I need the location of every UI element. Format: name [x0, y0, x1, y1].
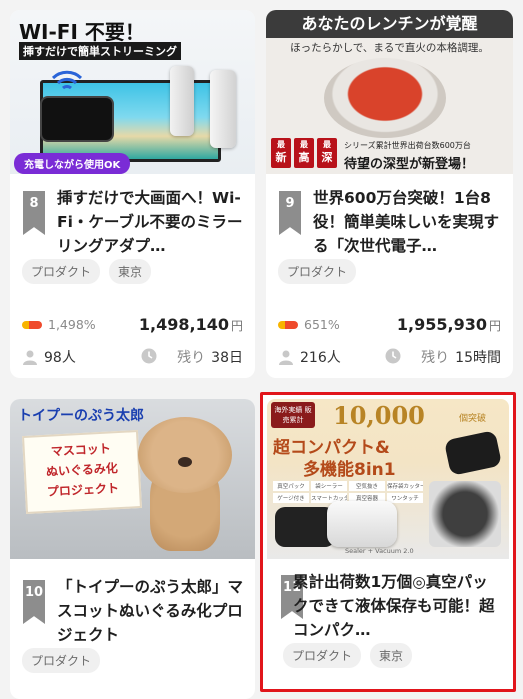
tag-list: プロダクト 東京 [283, 643, 413, 668]
image-subline: 挿すだけで簡単ストリーミング [19, 42, 181, 60]
clock-icon [141, 348, 157, 364]
tag-category[interactable]: プロダクト [22, 648, 101, 673]
pot-graphic [324, 58, 446, 138]
time-remaining: 残り 38日 [177, 350, 243, 366]
image-headline: あなたのレンチンが覚醒 [266, 10, 513, 38]
funded-amount: 1,955,930 円 [396, 315, 501, 334]
feature-chip: 空気抜き [349, 481, 385, 491]
image-unit: 個突破 [459, 414, 487, 424]
image-subline: ほったらかしで、まるで直火の本格調理。 [290, 42, 489, 54]
rank-badge: 9 [279, 191, 301, 235]
rank-badge: 10 [23, 580, 45, 624]
sealer-device-graphic [275, 507, 335, 547]
sign-line: マスコット [50, 441, 112, 459]
vacuum-bag-graphic [429, 481, 501, 547]
image-headline-2: 多機能8in1 [303, 460, 396, 480]
project-card-9[interactable]: あなたのレンチンが覚醒 ほったらかしで、まるで直火の本格調理。 最新 最高 最深… [266, 10, 513, 378]
tag-category[interactable]: プロダクト [278, 259, 357, 284]
sign-line: プロジェクト [46, 481, 120, 499]
progress-bar [278, 321, 298, 329]
sign-line: ぬいぐるみ化 [45, 461, 119, 479]
badge-group: 最新 最高 最深 [271, 138, 337, 168]
feature-chip: 真空パック [273, 481, 309, 491]
project-image-9[interactable]: あなたのレンチンが覚醒 ほったらかしで、まるで直火の本格調理。 最新 最高 最深… [266, 10, 513, 174]
image-product-name: Sealer + Vacuum 2.0 [345, 547, 414, 555]
image-caption: 待望の深型が新登場！ [344, 157, 475, 172]
adapter-graphic [170, 66, 194, 136]
image-badge: 充電しながら使用OK [14, 153, 131, 174]
plush-head-graphic [138, 417, 232, 493]
achievement-percent: 1,498% [48, 317, 96, 332]
supporter-stats: 98人 残り 38日 [22, 345, 243, 367]
supporter-count: 98人 [44, 350, 76, 366]
tag-list: プロダクト [22, 648, 101, 673]
project-card-8[interactable]: WI-FI 不要！ 挿すだけで簡単ストリーミング 充電しながら使用OK 8 挿す… [10, 10, 255, 378]
tag-category[interactable]: プロダクト [22, 259, 101, 284]
image-big-number: 10,000 [333, 401, 425, 430]
plush-nose-graphic [178, 457, 192, 467]
achievement-percent: 651% [304, 317, 340, 332]
project-card-11[interactable]: 海外実績 販売累計 10,000 個突破 超コンパクト& 多機能8in1 真空パ… [260, 392, 516, 692]
project-image-10[interactable]: トイプーのぷう太郎 マスコット ぬいぐるみ化 プロジェクト [10, 399, 255, 559]
sign-board: マスコット ぬいぐるみ化 プロジェクト [22, 430, 142, 514]
project-image-11[interactable]: 海外実績 販売累計 10,000 個突破 超コンパクト& 多機能8in1 真空パ… [267, 399, 509, 559]
project-title[interactable]: 挿すだけで大画面へ！Wi-Fi・ケーブル不要のミラーリングアダプ… [57, 186, 243, 258]
handheld-device-graphic [443, 429, 503, 477]
image-seal: 海外実績 販売累計 [271, 402, 315, 428]
progress-bar [22, 321, 42, 329]
supporter-count: 216人 [300, 350, 341, 366]
person-icon [23, 350, 37, 365]
tag-location[interactable]: 東京 [109, 259, 152, 284]
tag-location[interactable]: 東京 [370, 643, 413, 668]
time-remaining: 残り 15時間 [421, 350, 501, 366]
clock-icon [385, 348, 401, 364]
image-caption-small: シリーズ累計世界出荷台数600万台 [344, 141, 471, 150]
wifi-icon [51, 70, 83, 90]
feature-chip: ゲージ付き [273, 493, 309, 503]
feature-grid: 真空パック 袋シーラー 空気抜き 保存袋カッター ゲージ付き スマートカッター … [273, 481, 423, 503]
tag-list: プロダクト [278, 259, 357, 284]
project-title[interactable]: 累計出荷数1万個◎真空パックできて液体保存も可能！超コンパク… [293, 570, 501, 642]
feature-chip: 保存袋カッター [387, 481, 423, 491]
project-image-8[interactable]: WI-FI 不要！ 挿すだけで簡単ストリーミング 充電しながら使用OK [10, 10, 255, 174]
person-icon [279, 350, 293, 365]
image-logo: トイプーのぷう太郎 [18, 408, 144, 424]
project-title[interactable]: 「トイプーのぷう太郎」マスコットぬいぐるみ化プロジェクト [57, 575, 243, 647]
adapter-graphic [210, 70, 236, 148]
funding-stats: 651% 1,955,930 円 [278, 315, 501, 335]
feature-chip: ワンタッチ [387, 493, 423, 503]
phone-graphic [40, 96, 114, 142]
supporter-stats: 216人 残り 15時間 [278, 345, 501, 367]
project-title[interactable]: 世界600万台突破！1台8役！簡単美味しいを実現する「次世代電子… [313, 186, 501, 258]
project-card-10[interactable]: トイプーのぷう太郎 マスコット ぬいぐるみ化 プロジェクト 10 「トイプーのぷ… [10, 399, 255, 699]
tag-list: プロダクト 東京 [22, 259, 152, 284]
funded-amount: 1,498,140 円 [138, 315, 243, 334]
sealer-device-graphic [327, 501, 397, 547]
feature-chip: 袋シーラー [311, 481, 347, 491]
funding-stats: 1,498% 1,498,140 円 [22, 315, 243, 335]
tag-category[interactable]: プロダクト [283, 643, 362, 668]
rank-badge: 8 [23, 191, 45, 235]
image-headline: WI-FI 不要！ [19, 20, 145, 44]
